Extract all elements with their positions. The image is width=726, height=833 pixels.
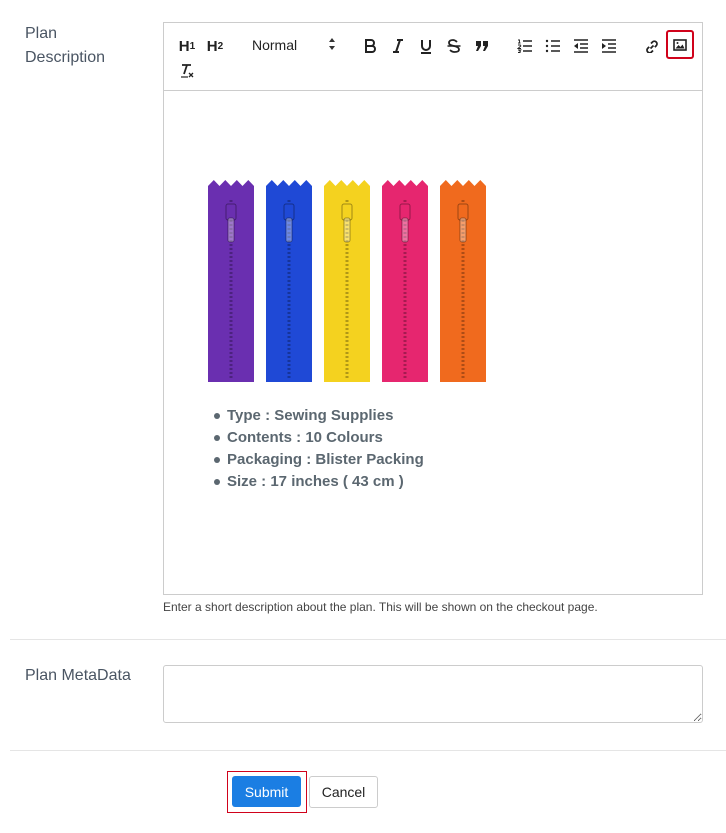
list-item: Packaging : Blister Packing [212, 449, 424, 471]
indent-icon [601, 39, 617, 53]
heading-2-sub: 2 [217, 40, 224, 52]
insert-image-button[interactable] [666, 30, 694, 59]
bullet-dot [214, 413, 220, 419]
submit-button[interactable]: Submit [232, 776, 301, 807]
strikethrough-icon [447, 39, 461, 53]
link-icon [644, 39, 660, 53]
format-select-value: Normal [252, 37, 298, 53]
blockquote-icon [475, 40, 489, 52]
ordered-list-button[interactable] [514, 35, 536, 57]
outdent-button[interactable] [570, 35, 592, 57]
zipper [440, 180, 486, 382]
zipper [266, 180, 312, 382]
bullet-dot [214, 435, 220, 441]
list-item-text: Size : 17 inches ( 43 cm ) [227, 473, 404, 490]
plan-description-label: Plan Description [25, 25, 106, 66]
image-icon [673, 38, 687, 51]
description-help-text: Enter a short description about the plan… [163, 600, 598, 614]
editor-content[interactable]: Type : Sewing Supplies Contents : 10 Col… [164, 92, 702, 594]
underline-button[interactable] [415, 35, 437, 57]
product-image [208, 180, 486, 382]
bullet-list-icon [545, 39, 561, 53]
feature-list: Type : Sewing Supplies Contents : 10 Col… [212, 405, 424, 493]
up-down-arrows-icon [328, 37, 336, 56]
heading-2-label: H [206, 37, 218, 55]
list-item: Type : Sewing Supplies [212, 405, 424, 427]
format-select[interactable]: Normal [244, 33, 344, 57]
section-divider [10, 750, 726, 751]
heading-1-sub: 1 [189, 40, 196, 52]
section-divider [10, 639, 726, 640]
bold-button[interactable] [359, 35, 381, 57]
zipper [324, 180, 370, 382]
list-item-text: Contents : 10 Colours [227, 429, 383, 446]
zipper [208, 180, 254, 382]
heading-1-button[interactable]: H1 [176, 35, 198, 57]
submit-highlight: Submit [227, 771, 307, 813]
zipper [382, 180, 428, 382]
plan-metadata-label: Plan MetaData [25, 667, 131, 684]
clear-format-button[interactable] [176, 60, 198, 82]
bullet-dot [214, 479, 220, 485]
outdent-icon [573, 39, 589, 53]
clear-format-icon [179, 63, 195, 79]
strikethrough-button[interactable] [443, 35, 465, 57]
blockquote-button[interactable] [471, 35, 493, 57]
italic-button[interactable] [387, 35, 409, 57]
list-item-text: Packaging : Blister Packing [227, 451, 424, 468]
list-item-text: Type : Sewing Supplies [227, 407, 394, 424]
bold-icon [364, 39, 376, 53]
bullet-dot [214, 457, 220, 463]
indent-button[interactable] [598, 35, 620, 57]
underline-icon [420, 39, 432, 54]
heading-1-label: H [178, 37, 190, 55]
italic-icon [392, 39, 404, 53]
bullet-list-button[interactable] [542, 35, 564, 57]
list-item: Size : 17 inches ( 43 cm ) [212, 471, 424, 493]
cancel-button[interactable]: Cancel [309, 776, 378, 808]
heading-2-button[interactable]: H2 [204, 35, 226, 57]
editor-toolbar: H1 H2 Normal [164, 23, 702, 91]
link-button[interactable] [641, 35, 663, 57]
plan-metadata-input[interactable] [163, 665, 703, 723]
list-item: Contents : 10 Colours [212, 427, 424, 449]
rich-text-editor[interactable]: H1 H2 Normal Type: Sewing Supplies Cont… [163, 22, 703, 595]
ordered-list-icon [517, 39, 533, 53]
